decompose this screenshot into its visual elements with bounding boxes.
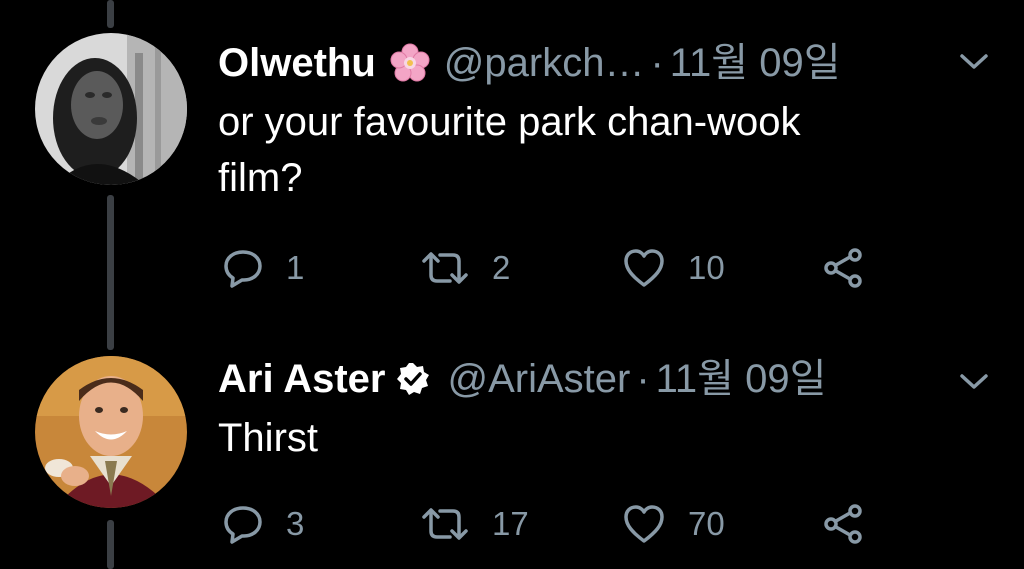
retweet-button[interactable]: 2 [420,247,510,289]
reply-icon [224,506,262,544]
user-handle[interactable]: @parkch… [444,43,645,83]
tweet-text: or your favourite park chan-wook film? [218,94,801,206]
like-button[interactable]: 70 [622,503,725,545]
chevron-down-icon[interactable] [958,372,990,392]
tweet-text: Thirst [218,410,318,466]
reply-icon [224,250,262,288]
avatar[interactable] [35,356,187,508]
retweet-button[interactable]: 17 [420,503,529,545]
share-button[interactable] [822,503,866,545]
cherry-blossom-icon [390,43,430,83]
display-name[interactable]: Olwethu [218,43,376,83]
retweet-icon [422,252,468,284]
tweet-actions: 3 17 70 [218,499,918,549]
tweet-text-line: Thirst [218,416,318,460]
like-button[interactable]: 10 [622,247,725,289]
share-icon [824,504,862,544]
tweet-header: Olwethu @parkch… · 11월 09일 [218,43,841,83]
tweet-header: Ari Aster @AriAster · 11월 09일 [218,359,826,399]
reply-button[interactable]: 1 [222,247,304,289]
share-icon [824,248,862,288]
separator-dot: · [650,41,664,85]
tweet-text-line: film? [218,156,303,200]
separator-dot: · [636,357,650,401]
reply-button[interactable]: 3 [222,503,304,545]
retweet-count: 2 [492,249,511,286]
share-button[interactable] [822,247,866,289]
display-name[interactable]: Ari Aster [218,359,385,399]
chevron-down-icon[interactable] [958,52,990,72]
verified-badge-icon [395,361,431,397]
tweet[interactable]: Olwethu @parkch… · 11월 09일 or your favou… [0,0,1024,330]
user-handle[interactable]: @AriAster [447,359,630,399]
heart-icon [624,505,664,543]
avatar[interactable] [35,33,187,185]
retweet-icon [422,508,468,540]
tweet-date[interactable]: 11월 09일 [670,43,841,83]
tweet[interactable]: Ari Aster @AriAster · 11월 09일 Thirst 3 1… [0,330,1024,569]
reply-count: 1 [286,249,305,286]
retweet-count: 17 [492,505,529,542]
like-count: 70 [688,505,725,542]
tweet-text-line: or your favourite park chan-wook [218,100,801,144]
heart-icon [624,249,664,287]
tweet-date[interactable]: 11월 09일 [656,359,827,399]
reply-count: 3 [286,505,305,542]
tweet-actions: 1 2 10 [218,243,918,293]
like-count: 10 [688,249,725,286]
